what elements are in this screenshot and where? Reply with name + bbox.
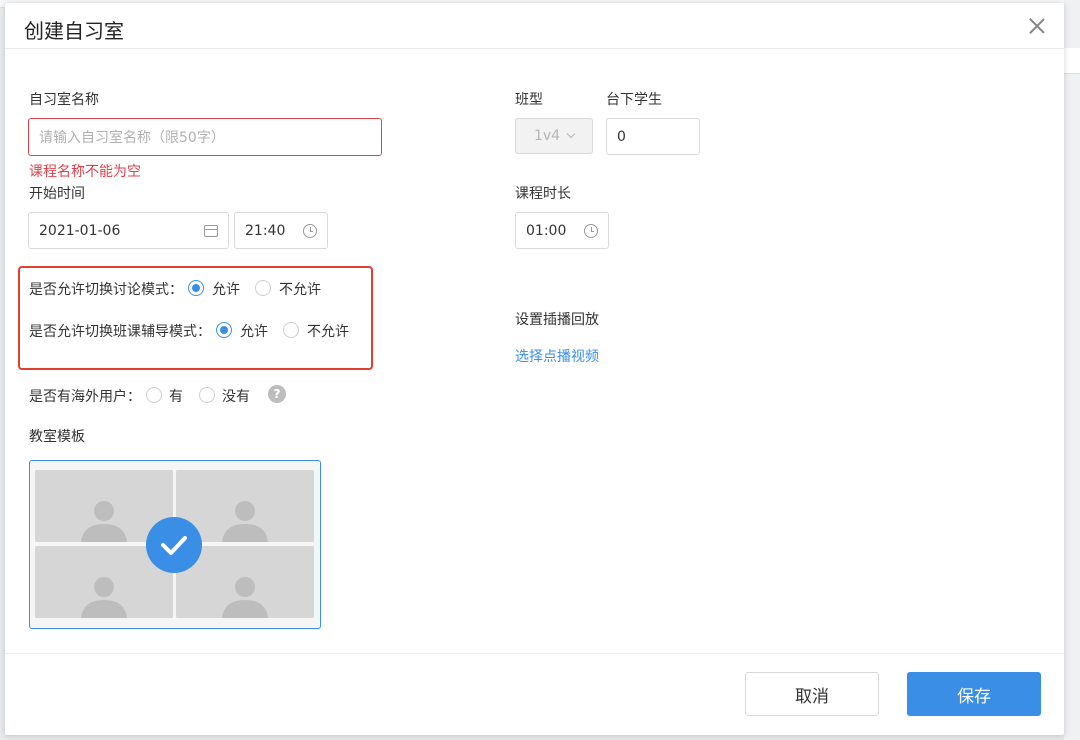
tutoring-deny-radio[interactable] <box>283 322 299 338</box>
person-icon <box>222 501 268 542</box>
overseas-no-radio[interactable] <box>199 387 215 403</box>
tutoring-allow-label: 允许 <box>240 324 268 340</box>
class-type-label: 班型 <box>515 92 543 108</box>
overseas-yes-label: 有 <box>169 389 183 405</box>
clock-icon <box>584 223 598 238</box>
person-icon <box>81 501 127 542</box>
start-time-value: 21:40 <box>245 222 286 239</box>
discussion-deny-label: 不允许 <box>279 282 321 298</box>
duration-picker[interactable]: 01:00 <box>515 212 609 249</box>
room-name-error: 课程名称不能为空 <box>29 164 141 180</box>
room-name-placeholder: 请输入自习室名称（限50字） <box>39 130 225 146</box>
tutoring-allow-radio[interactable] <box>216 322 232 338</box>
overseas-label: 是否有海外用户： <box>29 389 141 405</box>
discussion-mode-label: 是否允许切换讨论模式： <box>29 282 183 298</box>
calendar-icon <box>204 225 218 237</box>
template-label: 教室模板 <box>29 429 85 445</box>
select-video-link[interactable]: 选择点播视频 <box>515 346 599 366</box>
check-icon <box>146 517 202 573</box>
background-panel <box>1064 0 1080 740</box>
class-type-select[interactable]: 1v4 <box>515 118 593 154</box>
audience-value: 0 <box>617 128 626 145</box>
person-icon <box>222 577 268 618</box>
close-icon[interactable] <box>1026 15 1048 37</box>
discussion-deny-radio[interactable] <box>255 280 271 296</box>
cancel-button[interactable]: 取消 <box>745 672 879 716</box>
overseas-no-label: 没有 <box>222 389 250 405</box>
room-name-input[interactable]: 请输入自习室名称（限50字） <box>28 118 382 156</box>
start-date-picker[interactable]: 2021-01-06 <box>28 212 229 249</box>
discussion-allow-radio[interactable] <box>188 280 204 296</box>
audience-label: 台下学生 <box>606 92 662 108</box>
duration-label: 课程时长 <box>515 186 571 202</box>
audience-input[interactable]: 0 <box>606 118 700 155</box>
tutoring-mode-label: 是否允许切换班课辅导模式： <box>29 324 211 340</box>
dialog-footer: 取消 保存 <box>5 653 1064 735</box>
dialog-header: 创建自习室 <box>5 3 1064 49</box>
help-icon[interactable]: ? <box>268 385 286 403</box>
discussion-allow-label: 允许 <box>212 282 240 298</box>
start-time-label: 开始时间 <box>29 186 85 202</box>
start-date-value: 2021-01-06 <box>39 222 121 239</box>
create-room-dialog: 创建自习室 自习室名称 请输入自习室名称（限50字） 课程名称不能为空 班型 1… <box>5 3 1064 735</box>
person-icon <box>81 577 127 618</box>
duration-value: 01:00 <box>526 222 567 239</box>
save-button[interactable]: 保存 <box>907 672 1041 716</box>
class-type-value: 1v4 <box>533 128 561 144</box>
start-time-picker[interactable]: 21:40 <box>234 212 328 249</box>
chevron-down-icon <box>566 129 576 139</box>
dialog-title: 创建自习室 <box>24 19 124 43</box>
replay-label: 设置插播回放 <box>515 312 599 328</box>
clock-icon <box>303 223 317 238</box>
tutoring-deny-label: 不允许 <box>307 324 349 340</box>
room-name-label: 自习室名称 <box>29 92 99 108</box>
overseas-yes-radio[interactable] <box>146 387 162 403</box>
classroom-template-card[interactable] <box>29 460 321 629</box>
